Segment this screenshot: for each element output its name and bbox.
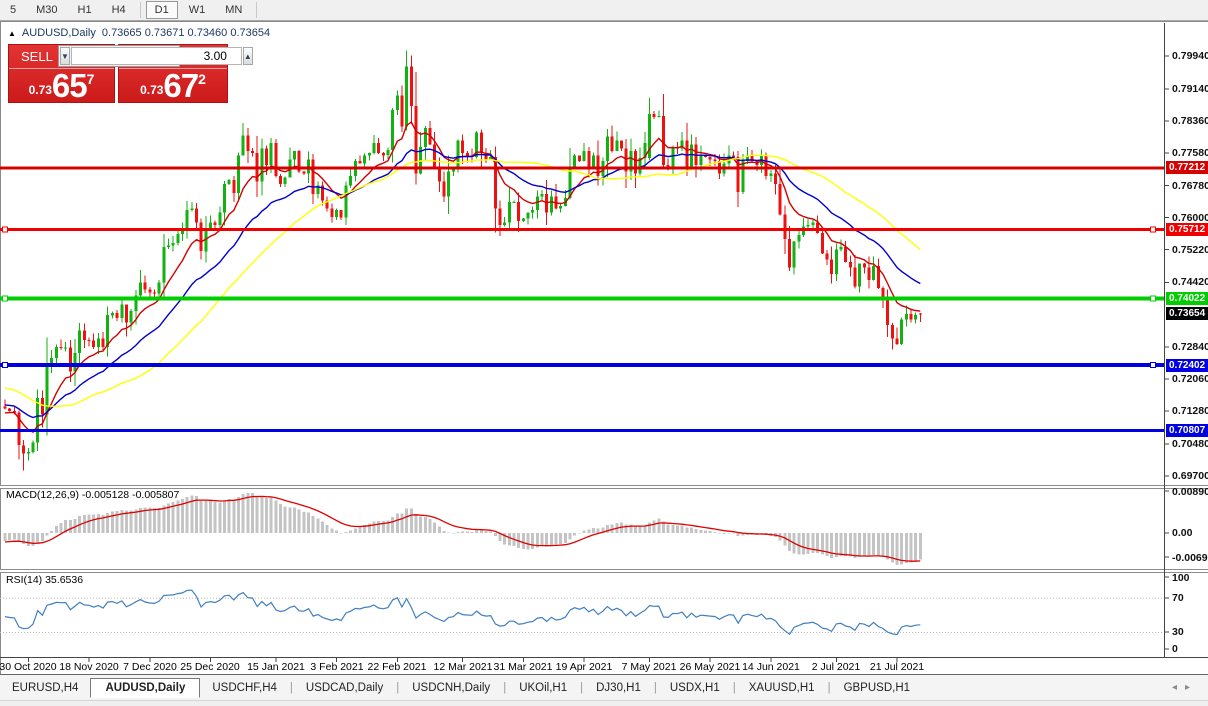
- tab-usdcad-daily[interactable]: USDCAD,Daily: [294, 679, 395, 697]
- toolbar-separator: [256, 2, 257, 18]
- volume-input[interactable]: [71, 47, 242, 65]
- volume-increase-button[interactable]: ▲: [243, 47, 253, 65]
- tab-scroll-arrows[interactable]: ◂▸: [1172, 682, 1198, 693]
- tab-audusd-daily[interactable]: AUDUSD,Daily: [90, 678, 200, 698]
- toolbar-separator: [140, 2, 141, 18]
- volume-spinner: ▼ ▲: [58, 45, 180, 67]
- tab-usdchf-h4[interactable]: USDCHF,H4: [200, 679, 289, 697]
- status-strip: [0, 700, 1208, 706]
- timeframe-button-h1[interactable]: H1: [69, 1, 101, 19]
- chart-area[interactable]: [0, 22, 1208, 674]
- tab-xauusd-h1[interactable]: XAUUSD,H1: [737, 679, 827, 697]
- tab-eurusd-h4[interactable]: EURUSD,H4: [0, 679, 90, 697]
- timeframe-toolbar: 5M30H1H4 D1W1MN: [0, 0, 1208, 21]
- chart-tab-bar: EURUSD,H4AUDUSD,DailyUSDCHF,H4|USDCAD,Da…: [0, 674, 1208, 700]
- sell-price[interactable]: 0.73 65 7: [9, 69, 114, 103]
- one-click-trading-panel: SELL 0.73 65 7 BUY 0.73 67 2 ▼: [8, 44, 228, 103]
- timeframe-button-w1[interactable]: W1: [180, 1, 215, 19]
- timeframe-button-5[interactable]: 5: [1, 1, 25, 19]
- tab-gbpusd-h1[interactable]: GBPUSD,H1: [832, 679, 922, 697]
- buy-price[interactable]: 0.73 67 2: [119, 69, 227, 103]
- mt4-window: 5M30H1H4D1W1MN ▲ AUDUSD,Daily 0.73665 0.…: [0, 0, 1208, 706]
- tab-usdx-h1[interactable]: USDX,H1: [658, 679, 732, 697]
- sell-button[interactable]: SELL: [21, 49, 53, 64]
- tab-ukoil-h1[interactable]: UKOil,H1: [507, 679, 579, 697]
- timeframe-button-mn[interactable]: MN: [216, 1, 251, 19]
- timeframe-button-m30[interactable]: M30: [27, 1, 66, 19]
- tab-usdcnh-daily[interactable]: USDCNH,Daily: [400, 679, 502, 697]
- timeframe-button-d1[interactable]: D1: [146, 1, 178, 19]
- timeframe-button-h4[interactable]: H4: [103, 1, 135, 19]
- tab-dj30-h1[interactable]: DJ30,H1: [584, 679, 653, 697]
- volume-decrease-button[interactable]: ▼: [60, 47, 70, 65]
